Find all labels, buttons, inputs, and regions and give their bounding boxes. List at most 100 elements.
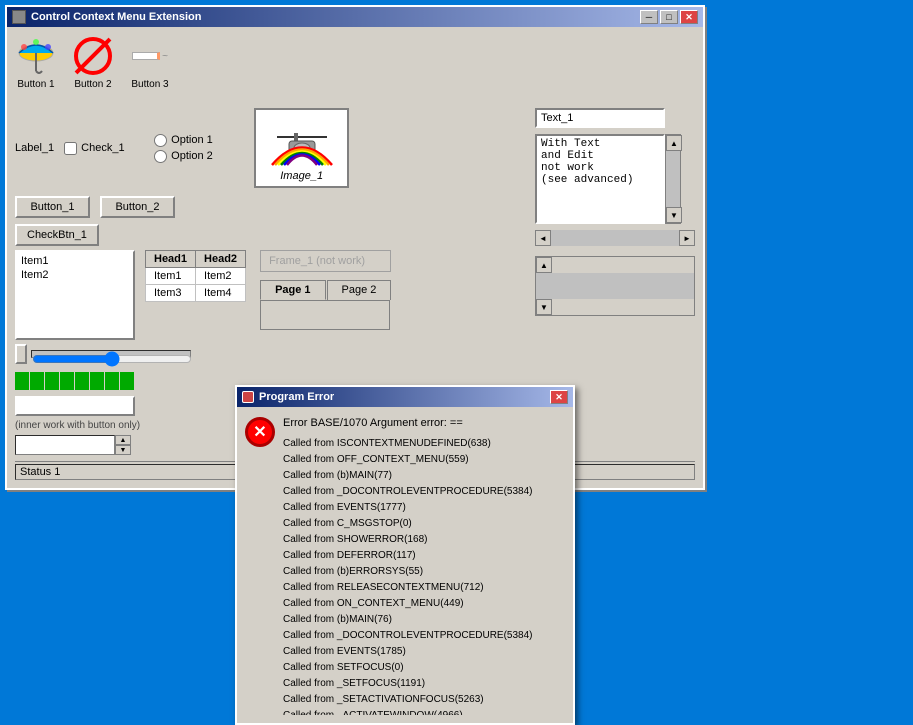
grid-cell-2-2: Item4 xyxy=(196,285,246,302)
option-2-label: Option 2 xyxy=(171,150,213,162)
grid-row-1: Item1 Item2 xyxy=(146,268,246,285)
cig-body xyxy=(132,52,160,60)
trace-line-8: Called from DEFERROR(117) xyxy=(283,548,565,564)
grid-row-2: Item3 Item4 xyxy=(146,285,246,302)
memo-area: With Text and Edit not work (see advance… xyxy=(535,134,695,224)
checkbtn-1[interactable]: CheckBtn_1 xyxy=(15,224,99,246)
progress-seg-4 xyxy=(60,372,74,390)
status-1: Status 1 xyxy=(15,464,240,480)
maximize-button[interactable]: □ xyxy=(660,10,678,24)
trace-line-15: Called from SETFOCUS(0) xyxy=(283,660,565,676)
h-scrollbar: ◄ ► xyxy=(535,230,695,246)
listbox-area: Item1 Item2 xyxy=(15,250,135,340)
progress-seg-6 xyxy=(90,372,104,390)
slider-input[interactable] xyxy=(32,351,192,367)
dropdown-wrap xyxy=(15,396,135,416)
toolbar-button-1-label: Button 1 xyxy=(17,79,54,90)
list-item-1[interactable]: Item1 xyxy=(19,254,131,268)
tab-page-1[interactable]: Page 1 xyxy=(260,280,325,300)
toolbar-button-2-label: Button 2 xyxy=(74,79,111,90)
progress-seg-2 xyxy=(30,372,44,390)
v-scroll-track-2 xyxy=(536,273,694,299)
grid-area: Head1 Head2 Item1 Item2 Item3 xyxy=(145,250,246,340)
error-title-bar: Program Error ✕ xyxy=(237,387,573,407)
check-1-checkbox[interactable] xyxy=(64,142,77,155)
error-dialog: Program Error ✕ ✕ Error BASE/1070 Argume… xyxy=(235,385,575,725)
list-grid-row: Item1 Item2 Head1 Head2 xyxy=(15,250,529,340)
grid-cell-2-1: Item3 xyxy=(146,285,196,302)
toolbar-button-1[interactable]: Button 1 xyxy=(15,35,57,90)
spinner-buttons: ▲ ▼ xyxy=(115,435,131,455)
tab-bar: Page 1 Page 2 xyxy=(260,280,391,300)
no-icon xyxy=(74,37,112,75)
trace-line-10: Called from RELEASECONTEXTMENU(712) xyxy=(283,580,565,596)
scroll-track xyxy=(666,151,680,207)
checkbox-area: Check_1 xyxy=(64,142,144,155)
spinner-down[interactable]: ▼ xyxy=(115,445,131,455)
dropdown-1[interactable] xyxy=(15,396,135,416)
listbox-1[interactable]: Item1 Item2 xyxy=(15,250,135,340)
button-1[interactable]: Button_1 xyxy=(15,196,90,218)
trace-line-14: Called from EVENTS(1785) xyxy=(283,644,565,660)
error-text: Error BASE/1070 Argument error: == Calle… xyxy=(283,415,565,715)
toolbar-button-3[interactable]: ~ Button 3 xyxy=(129,35,171,90)
error-message: Error BASE/1070 Argument error: == xyxy=(283,415,565,432)
image-1-frame: Image_1 xyxy=(254,108,349,188)
v-scroll-down[interactable]: ▼ xyxy=(536,299,552,315)
progress-seg-3 xyxy=(45,372,59,390)
option-1-row: Option 1 xyxy=(154,134,244,147)
frame-1-label: Frame_1 (not work) xyxy=(260,250,391,272)
window-title: Control Context Menu Extension xyxy=(31,11,202,23)
image-1-area: Image_1 xyxy=(254,108,349,188)
image-1-label: Image_1 xyxy=(280,170,323,182)
v-scroll-up[interactable]: ▲ xyxy=(536,257,552,273)
trace-line-4: Called from _DOCONTROLEVENTPROCEDURE(538… xyxy=(283,484,565,500)
memo-1[interactable]: With Text and Edit not work (see advance… xyxy=(535,134,665,224)
option-2-radio[interactable] xyxy=(154,150,167,163)
text-1-input[interactable] xyxy=(535,108,665,128)
trace-line-6: Called from C_MSGSTOP(0) xyxy=(283,516,565,532)
minimize-button[interactable]: ─ xyxy=(640,10,658,24)
slider-row xyxy=(15,344,529,364)
option-1-radio[interactable] xyxy=(154,134,167,147)
check-1-row: Check_1 xyxy=(64,142,144,155)
trace-line-5: Called from EVENTS(1777) xyxy=(283,500,565,516)
progress-seg-8 xyxy=(120,372,134,390)
error-dialog-title: Program Error xyxy=(259,391,334,403)
check-1-label: Check_1 xyxy=(81,142,124,154)
cig-icon-container: ~ xyxy=(129,35,171,77)
scroll-up-btn[interactable]: ▲ xyxy=(666,135,682,151)
grid-header-2: Head2 xyxy=(196,251,246,268)
cig-smoke: ~ xyxy=(162,51,168,62)
image-1-svg xyxy=(267,125,337,170)
title-bar-buttons: ─ □ ✕ xyxy=(640,10,698,24)
toolbar: Button 1 Button 2 ~ Button 3 xyxy=(15,35,695,98)
error-close-button[interactable]: ✕ xyxy=(550,390,568,404)
slider-track[interactable] xyxy=(31,350,191,358)
button-2[interactable]: Button_2 xyxy=(100,196,175,218)
radio-area: Option 1 Option 2 xyxy=(154,134,244,163)
trace-line-12: Called from (b)MAIN(76) xyxy=(283,612,565,628)
toolbar-button-2[interactable]: Button 2 xyxy=(72,35,114,90)
button-row: Button_1 Button_2 xyxy=(15,196,529,218)
tab-page-2[interactable]: Page 2 xyxy=(327,280,392,300)
error-body: ✕ Error BASE/1070 Argument error: == Cal… xyxy=(237,407,573,723)
umbrella-icon xyxy=(15,35,57,77)
scroll-down-btn[interactable]: ▼ xyxy=(666,207,682,223)
option-2-row: Option 2 xyxy=(154,150,244,163)
first-row: Label_1 Check_1 Option 1 xyxy=(15,108,529,188)
checkbtn-row: CheckBtn_1 xyxy=(15,224,529,246)
scroll-left-btn[interactable]: ◄ xyxy=(535,230,551,246)
progress-seg-7 xyxy=(105,372,119,390)
list-item-2[interactable]: Item2 xyxy=(19,268,131,282)
trace-line-3: Called from (b)MAIN(77) xyxy=(283,468,565,484)
umbrella-icon-container xyxy=(15,35,57,77)
slider-thumb xyxy=(15,344,27,364)
close-button[interactable]: ✕ xyxy=(680,10,698,24)
grid-cell-1-2: Item2 xyxy=(196,268,246,285)
option-1-label: Option 1 xyxy=(171,134,213,146)
scroll-right-btn[interactable]: ► xyxy=(679,230,695,246)
trace-line-11: Called from ON_CONTEXT_MENU(449) xyxy=(283,596,565,612)
spinner-input[interactable] xyxy=(15,435,115,455)
spinner-up[interactable]: ▲ xyxy=(115,435,131,445)
